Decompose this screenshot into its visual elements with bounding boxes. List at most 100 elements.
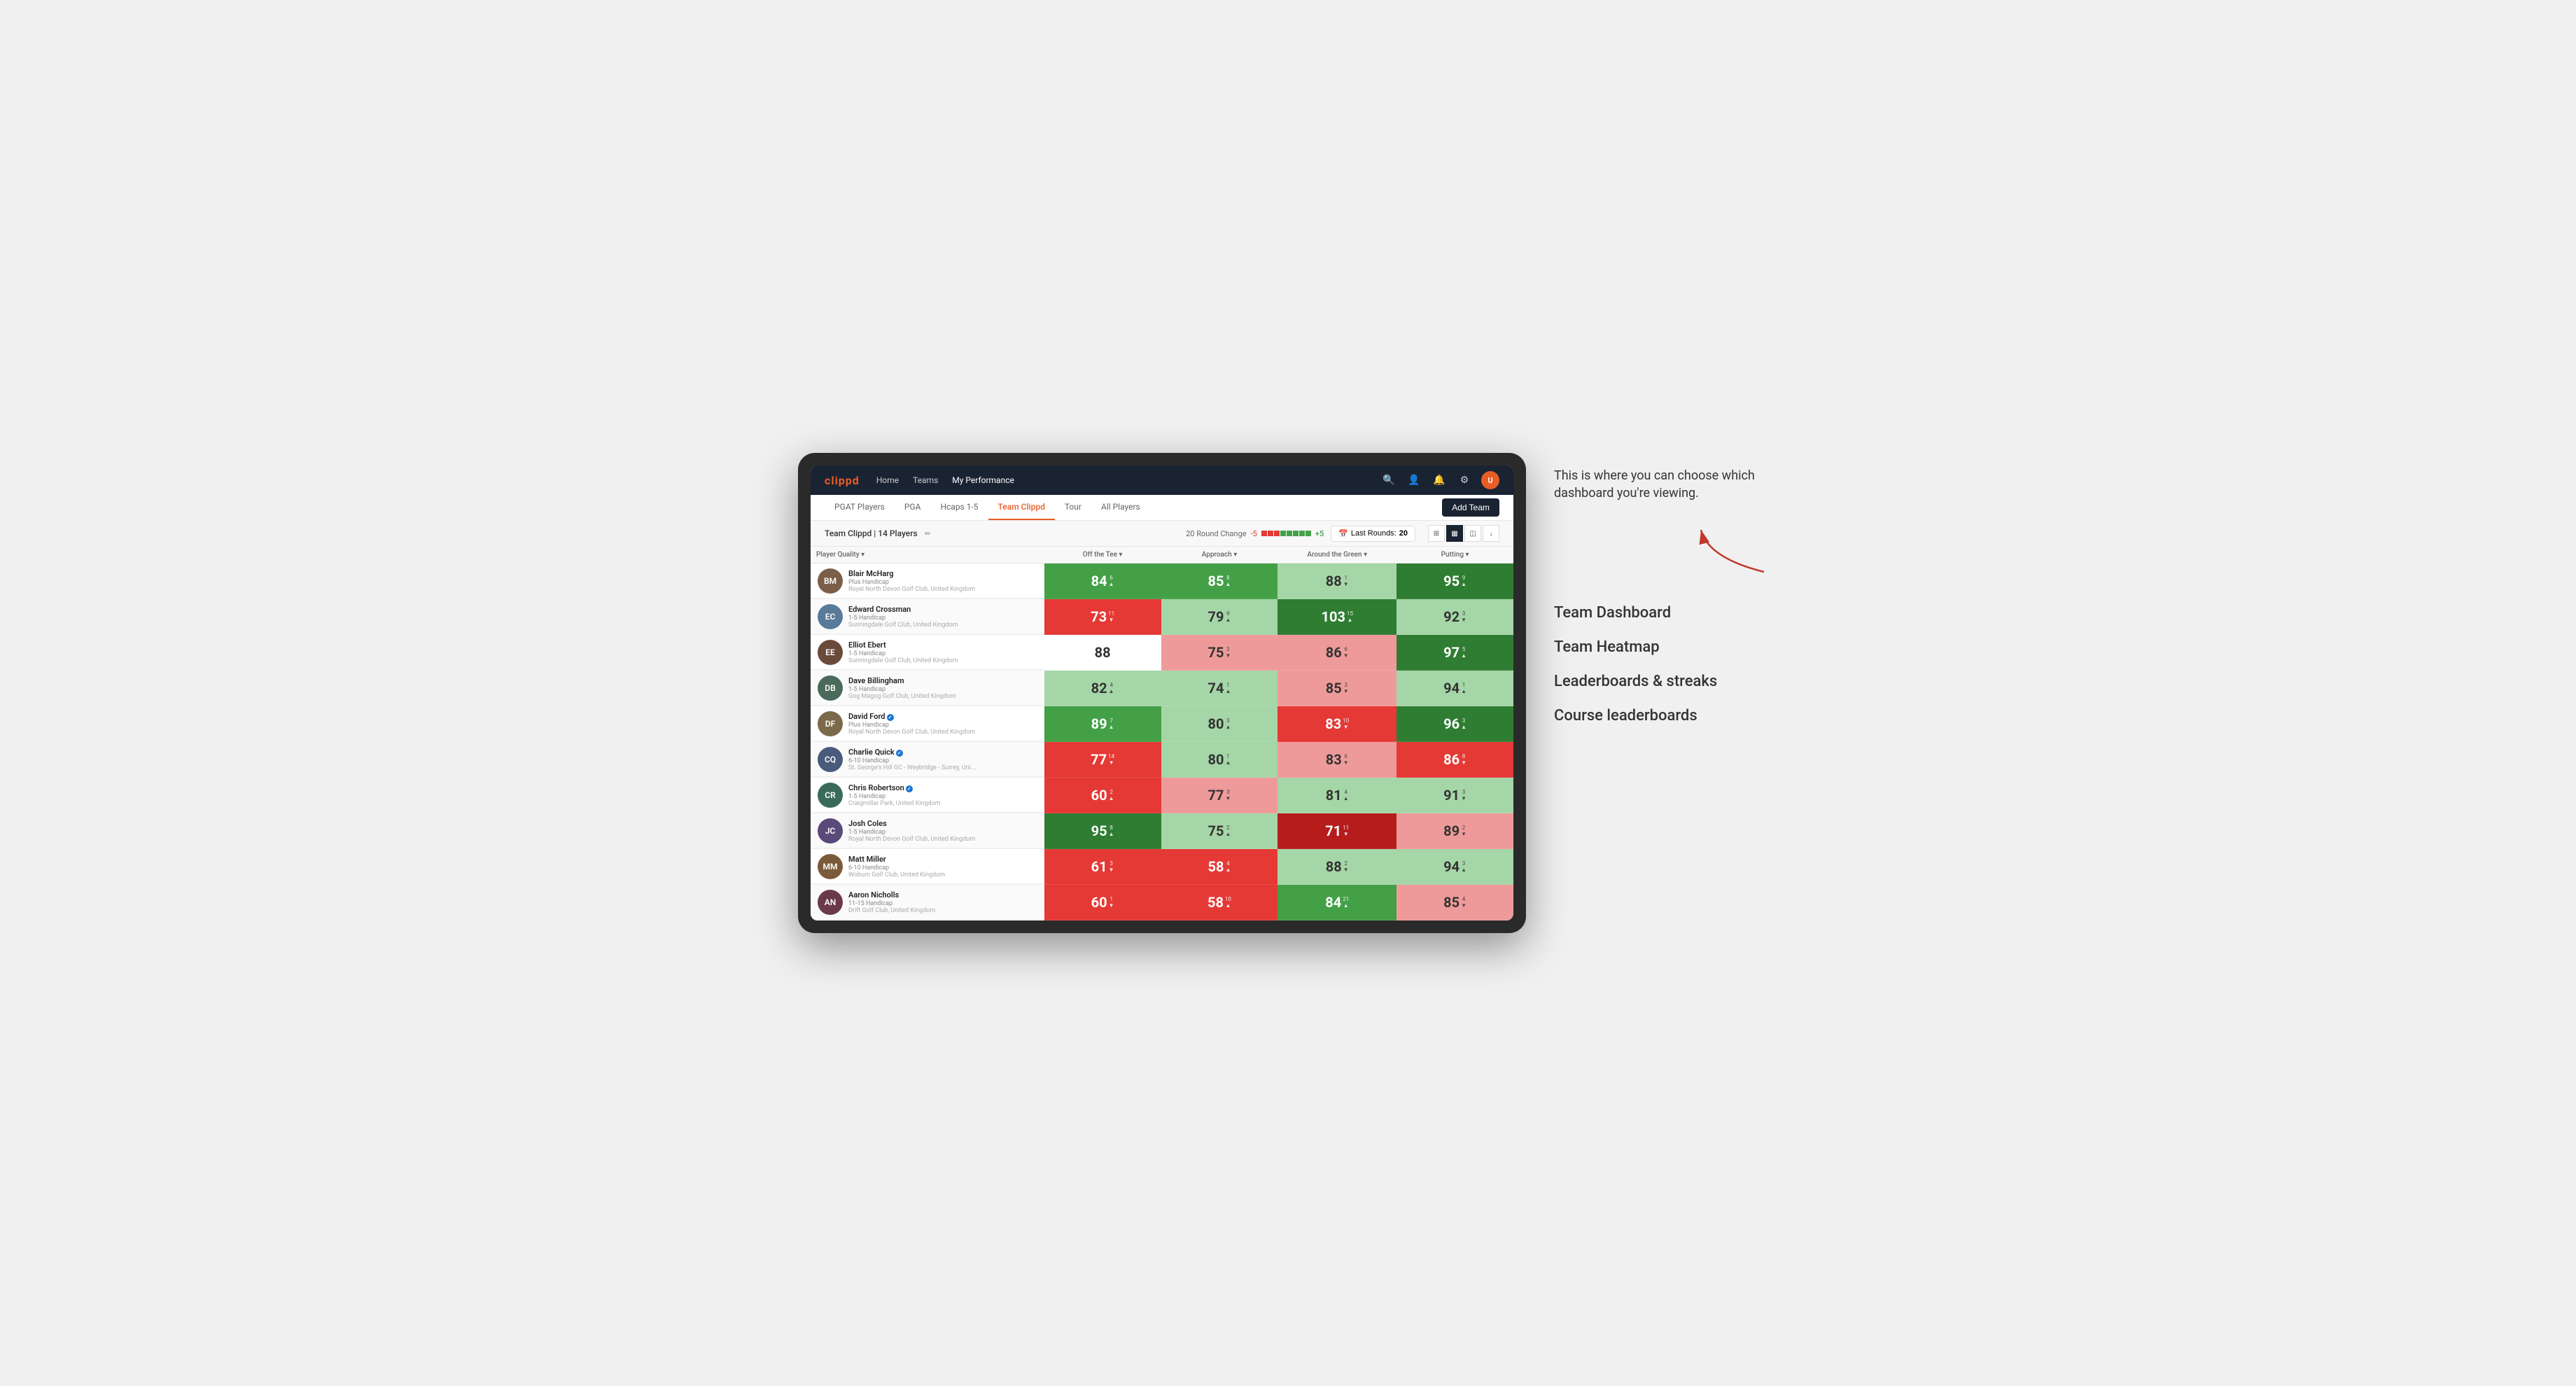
stat-value: 88	[1095, 644, 1111, 661]
player-name[interactable]: Charlie Quick✓	[848, 748, 976, 757]
player-name[interactable]: Elliot Ebert	[848, 640, 958, 650]
player-name[interactable]: Chris Robertson✓	[848, 783, 941, 792]
tab-pga[interactable]: PGA	[895, 495, 931, 520]
view-grid-icon[interactable]: ⊞	[1428, 525, 1445, 542]
edit-team-icon[interactable]: ✏	[925, 529, 931, 538]
notification-icon[interactable]: 🔔	[1431, 472, 1448, 489]
player-club: Royal North Devon Golf Club, United King…	[848, 836, 975, 843]
tab-all-players[interactable]: All Players	[1091, 495, 1150, 520]
stat-value: 77	[1091, 751, 1107, 768]
stat-around-green: 836▼	[1278, 742, 1396, 778]
search-icon[interactable]: 🔍	[1380, 472, 1397, 489]
tab-tour[interactable]: Tour	[1055, 495, 1091, 520]
view-heatmap-icon[interactable]: ◫	[1464, 525, 1481, 542]
stat-value: 88	[1326, 858, 1342, 875]
bar-red-3	[1274, 531, 1280, 536]
stat-value: 83	[1326, 751, 1342, 768]
player-name[interactable]: Matt Miller	[848, 855, 945, 864]
col-header-putting[interactable]: Putting ▾	[1396, 547, 1513, 564]
stat-putting: 975▲	[1396, 635, 1513, 671]
player-handicap: 1-5 Handicap	[848, 615, 958, 622]
player-club: Royal North Devon Golf Club, United King…	[848, 729, 975, 736]
round-change-info: 20 Round Change -5 +5	[1186, 529, 1324, 538]
view-download-icon[interactable]: ↓	[1483, 525, 1499, 542]
secondary-navigation: PGAT Players PGA Hcaps 1-5 Team Clippd T…	[811, 495, 1513, 521]
player-handicap: 6-10 Handicap	[848, 757, 976, 764]
stat-approach: 801▲	[1161, 742, 1278, 778]
player-avatar: JC	[818, 818, 843, 844]
table-row: CRChris Robertson✓1-5 HandicapCraigmilla…	[811, 778, 1513, 813]
stat-change: 3▼	[1343, 682, 1349, 694]
stat-value: 71	[1325, 822, 1341, 839]
stat-change: 1▲	[1225, 753, 1231, 766]
verified-badge: ✓	[906, 785, 913, 792]
nav-home[interactable]: Home	[876, 472, 899, 488]
stat-change: 3▼	[1109, 860, 1114, 873]
stat-change: 3▲	[1225, 718, 1231, 730]
stat-value: 88	[1326, 573, 1342, 589]
stat-value: 97	[1443, 644, 1460, 661]
col-header-around-green[interactable]: Around the Green ▾	[1278, 547, 1396, 564]
player-avatar: MM	[818, 854, 843, 879]
add-team-button[interactable]: Add Team	[1442, 498, 1499, 517]
player-name[interactable]: Edward Crossman	[848, 605, 958, 614]
stat-value: 75	[1208, 644, 1224, 661]
stat-change: 21▲	[1343, 896, 1349, 909]
stat-approach: 5810▲	[1161, 885, 1278, 920]
dashboard-table-wrapper: Player Quality ▾ Off the Tee ▾ Approach …	[811, 547, 1513, 920]
stat-value: 89	[1443, 822, 1460, 839]
option-team-heatmap[interactable]: Team Heatmap	[1554, 630, 1778, 664]
nav-teams[interactable]: Teams	[913, 472, 938, 488]
stat-change: 9▲	[1461, 575, 1466, 587]
stat-around-green: 853▼	[1278, 671, 1396, 706]
option-leaderboards[interactable]: Leaderboards & streaks	[1554, 664, 1778, 699]
stat-around-green: 8421▲	[1278, 885, 1396, 920]
player-handicap: 1-5 Handicap	[848, 829, 975, 836]
team-name-label: Team Clippd | 14 Players	[825, 528, 918, 538]
stat-off-tee: 7311▼	[1044, 599, 1161, 635]
nav-my-performance[interactable]: My Performance	[952, 472, 1014, 488]
player-name[interactable]: Blair McHarg	[848, 569, 975, 578]
stat-change: 4▼	[1461, 896, 1466, 909]
settings-icon[interactable]: ⚙	[1456, 472, 1473, 489]
stat-change: 10▲	[1225, 896, 1231, 909]
stat-putting: 923▼	[1396, 599, 1513, 635]
stat-value: 80	[1208, 751, 1224, 768]
stat-change: 1▼	[1343, 575, 1349, 587]
stat-value: 94	[1443, 680, 1460, 696]
last-rounds-button[interactable]: 📅 Last Rounds: 20	[1331, 526, 1415, 542]
tab-team-clippd[interactable]: Team Clippd	[988, 495, 1055, 520]
stat-value: 85	[1443, 894, 1460, 911]
player-name[interactable]: Josh Coles	[848, 819, 975, 828]
option-course-leaderboards[interactable]: Course leaderboards	[1554, 699, 1778, 733]
view-list-icon[interactable]: ▦	[1446, 525, 1463, 542]
stat-putting: 963▲	[1396, 706, 1513, 742]
player-name[interactable]: Aaron Nicholls	[848, 890, 935, 899]
profile-icon[interactable]: 👤	[1406, 472, 1422, 489]
app-logo: clippd	[825, 474, 860, 487]
player-club: Drift Golf Club, United Kingdom	[848, 907, 935, 914]
stat-value: 85	[1208, 573, 1224, 589]
tab-pgat-players[interactable]: PGAT Players	[825, 495, 895, 520]
stat-value: 95	[1443, 573, 1460, 589]
tab-hcaps[interactable]: Hcaps 1-5	[930, 495, 988, 520]
stat-value: 60	[1091, 787, 1107, 804]
stat-value: 81	[1326, 787, 1342, 804]
stat-value: 96	[1443, 715, 1460, 732]
stat-change: 4▲	[1109, 682, 1114, 694]
player-name[interactable]: Dave Billingham	[848, 676, 956, 685]
stat-change: 8▲	[1109, 825, 1114, 837]
user-avatar[interactable]: U	[1481, 471, 1499, 489]
player-name[interactable]: David Ford✓	[848, 712, 975, 721]
stat-value: 83	[1325, 715, 1341, 732]
col-header-approach[interactable]: Approach ▾	[1161, 547, 1278, 564]
col-header-off-tee[interactable]: Off the Tee ▾	[1044, 547, 1161, 564]
stat-change: 6▲	[1109, 575, 1114, 587]
stat-change: 11▼	[1108, 610, 1114, 623]
stat-change: 11▼	[1343, 825, 1349, 837]
stat-value: 80	[1208, 715, 1224, 732]
option-team-dashboard[interactable]: Team Dashboard	[1554, 596, 1778, 630]
stat-change: 2▲	[1109, 789, 1114, 802]
table-row: DBDave Billingham1-5 HandicapGog Magog G…	[811, 671, 1513, 706]
col-header-player[interactable]: Player Quality ▾	[811, 547, 1044, 564]
